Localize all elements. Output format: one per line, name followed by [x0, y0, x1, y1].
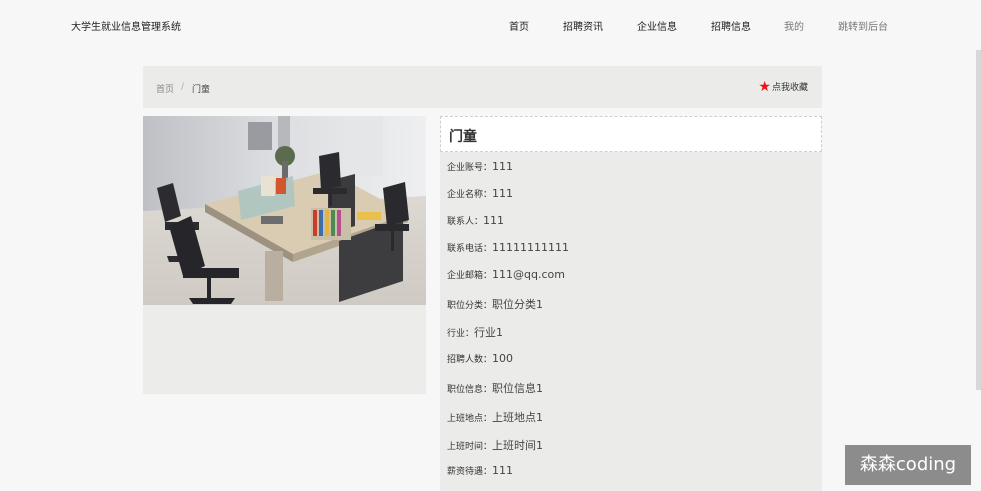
field-value: 职位信息1	[492, 382, 544, 395]
field-label: 招聘人数：	[447, 355, 493, 365]
field-row: 职位分类：职位分类1	[447, 296, 543, 312]
favorite-button[interactable]: ★ 点我收藏	[758, 78, 808, 95]
field-label: 行业：	[447, 329, 475, 339]
field-label: 薪资待遇：	[447, 467, 493, 477]
field-row: 上班地点：上班地点1	[447, 409, 543, 425]
breadcrumb-home[interactable]: 首页	[156, 82, 174, 95]
site-title: 大学生就业信息管理系统	[71, 22, 181, 33]
field-value: 上班时间1	[492, 439, 544, 452]
breadcrumb: 首页 / 门童 ★ 点我收藏	[143, 66, 822, 108]
field-value: 111	[492, 464, 514, 477]
field-row: 联系人：111	[447, 214, 504, 227]
field-row: 职位信息：职位信息1	[447, 380, 543, 396]
field-value: 职位分类1	[492, 298, 544, 311]
field-row: 招聘人数：100	[447, 352, 513, 365]
star-icon: ★	[758, 78, 771, 95]
nav-company[interactable]: 企业信息	[637, 18, 677, 33]
job-detail-panel: 门童 企业账号：111 企业名称：111 联系人：111 联系电话：111111…	[440, 116, 822, 491]
breadcrumb-separator: /	[181, 82, 185, 92]
scrollbar[interactable]	[976, 50, 981, 390]
field-value: 111	[492, 187, 514, 200]
field-label: 企业名称：	[447, 190, 493, 200]
field-label: 联系电话：	[447, 244, 493, 254]
field-value: 上班地点1	[492, 411, 544, 424]
watermark: 森森coding	[845, 445, 971, 485]
field-row: 企业名称：111	[447, 187, 513, 200]
nav-news[interactable]: 招聘资讯	[563, 18, 603, 33]
field-row: 联系电话：11111111111	[447, 241, 569, 254]
field-label: 上班时间：	[447, 442, 493, 452]
field-row: 薪资待遇：111	[447, 464, 513, 477]
field-value: 行业1	[474, 326, 504, 339]
breadcrumb-current: 门童	[192, 85, 211, 95]
field-label: 企业邮箱：	[447, 271, 493, 281]
image-panel	[143, 116, 426, 394]
field-row: 企业账号：111	[447, 160, 513, 173]
field-label: 职位信息：	[447, 385, 493, 395]
nav-jobs[interactable]: 招聘信息	[711, 18, 751, 33]
field-label: 上班地点：	[447, 414, 493, 424]
nav-mine[interactable]: 我的	[784, 18, 804, 33]
title-box: 门童	[440, 116, 822, 152]
favorite-label: 点我收藏	[771, 83, 808, 93]
field-label: 职位分类：	[447, 301, 493, 311]
nav-home[interactable]: 首页	[509, 18, 529, 33]
nav-admin[interactable]: 跳转到后台	[838, 18, 888, 33]
field-label: 企业账号：	[447, 163, 493, 173]
top-navbar: 大学生就业信息管理系统 首页 招聘资讯 企业信息 招聘信息 我的 跳转到后台	[0, 0, 981, 50]
job-title: 门童	[449, 129, 477, 145]
field-value: 100	[492, 352, 514, 365]
field-row: 行业：行业1	[447, 324, 503, 340]
field-value: 111	[483, 214, 505, 227]
job-photo	[143, 116, 426, 305]
field-label: 联系人：	[447, 217, 484, 227]
field-row: 企业邮箱：111@qq.com	[447, 268, 565, 281]
field-value: 111@qq.com	[492, 268, 565, 281]
field-row: 上班时间：上班时间1	[447, 437, 543, 453]
field-value: 111	[492, 160, 514, 173]
field-value: 11111111111	[492, 241, 569, 254]
